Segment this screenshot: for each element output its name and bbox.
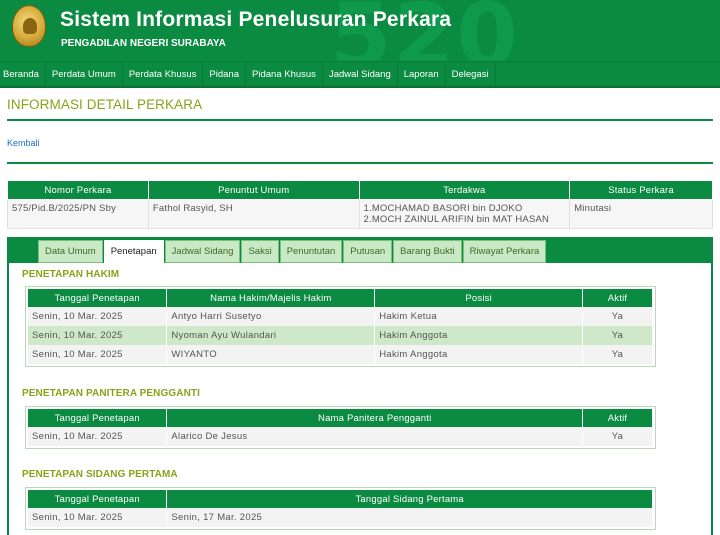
tab-putusan[interactable]: Putusan [343, 240, 393, 263]
column-header: Penuntut Umum [147, 180, 360, 200]
column-header: Tanggal Penetapan [28, 490, 168, 508]
hakim-box: Tanggal Penetapan Nama Hakim/Majelis Hak… [25, 286, 656, 367]
cell-name: Antyo Harri Susetyo [166, 307, 376, 326]
cell-first-hearing-date: Senin, 17 Mar. 2025 [166, 508, 653, 527]
table-header-row: Tanggal Penetapan Nama Panitera Penggant… [28, 409, 653, 427]
cell-name: Alarico De Jesus [166, 427, 584, 446]
cell-position: Hakim Ketua [374, 307, 584, 326]
site-title: Sistem Informasi Penelusuran Perkara [60, 8, 452, 31]
panitera-table: Tanggal Penetapan Nama Panitera Penggant… [28, 409, 653, 446]
main-nav: Beranda Perdata Umum Perdata Khusus Pida… [0, 61, 720, 88]
site-subtitle: PENGADILAN NEGERI SURABAYA [61, 38, 226, 49]
cell-date: Senin, 10 Mar. 2025 [28, 508, 168, 527]
cell-position: Hakim Anggota [374, 326, 584, 345]
table-header-row: Nomor Perkara Penuntut Umum Terdakwa Sta… [7, 180, 713, 200]
cell-active: Ya [582, 427, 653, 446]
table-header-row: Tanggal Penetapan Tanggal Sidang Pertama [28, 490, 653, 508]
tab-penetapan[interactable]: Penetapan [103, 240, 164, 264]
column-header: Tanggal Penetapan [28, 409, 168, 427]
tab-data-umum[interactable]: Data Umum [38, 240, 103, 263]
cell-active: Ya [582, 307, 653, 326]
cell-date: Senin, 10 Mar. 2025 [28, 345, 168, 364]
divider [7, 119, 713, 121]
court-emblem-icon [12, 5, 46, 47]
table-row: Senin, 10 Mar. 2025 Senin, 17 Mar. 2025 [28, 508, 653, 527]
nav-item-beranda[interactable]: Beranda [0, 62, 46, 86]
defendant-item: 2.MOCH ZAINUL ARIFIN bin MAT HASAN [363, 214, 550, 225]
column-header: Nomor Perkara [7, 180, 149, 200]
tab-penuntutan[interactable]: Penuntutan [279, 240, 343, 263]
prosecutor: Fathol Rasyid, SH [147, 199, 360, 229]
section-title-hakim: PENETAPAN HAKIM [22, 269, 120, 280]
column-header: Posisi [374, 289, 584, 307]
page-title: INFORMASI DETAIL PERKARA [7, 97, 203, 112]
case-summary-table: Nomor Perkara Penuntut Umum Terdakwa Sta… [7, 180, 713, 229]
cell-name: WIYANTO [166, 345, 376, 364]
column-header: Tanggal Penetapan [28, 289, 168, 307]
section-title-panitera: PENETAPAN PANITERA PENGGANTI [22, 388, 200, 399]
cell-name: Nyoman Ayu Wulandari [166, 326, 376, 345]
table-row: Senin, 10 Mar. 2025 WIYANTO Hakim Anggot… [28, 345, 653, 364]
column-header: Aktif [582, 289, 653, 307]
defendant-item: 1.MOCHAMAD BASORI bin DJOKO [363, 203, 523, 214]
nav-item-perdata-umum[interactable]: Perdata Umum [46, 62, 123, 86]
cell-active: Ya [582, 345, 653, 364]
column-header: Status Perkara [569, 180, 713, 200]
nav-item-perdata-khusus[interactable]: Perdata Khusus [123, 62, 204, 86]
section-title-sidang-pertama: PENETAPAN SIDANG PERTAMA [22, 469, 178, 480]
hakim-table: Tanggal Penetapan Nama Hakim/Majelis Hak… [28, 289, 653, 364]
cell-date: Senin, 10 Mar. 2025 [28, 326, 168, 345]
nav-item-laporan[interactable]: Laporan [398, 62, 446, 86]
nav-item-jadwal-sidang[interactable]: Jadwal Sidang [323, 62, 398, 86]
column-header: Aktif [582, 409, 653, 427]
divider [7, 162, 713, 164]
tab-riwayat-perkara[interactable]: Riwayat Perkara [462, 240, 547, 263]
table-row: Senin, 10 Mar. 2025 Antyo Harri Susetyo … [28, 307, 653, 326]
case-status: Minutasi [569, 199, 713, 229]
cell-position: Hakim Anggota [374, 345, 584, 364]
column-header: Tanggal Sidang Pertama [166, 490, 653, 508]
table-row: Senin, 10 Mar. 2025 Nyoman Ayu Wulandari… [28, 326, 653, 345]
tab-jadwal-sidang[interactable]: Jadwal Sidang [164, 240, 241, 263]
tab-barang-bukti[interactable]: Barang Bukti [393, 240, 462, 263]
defendants: 1.MOCHAMAD BASORI bin DJOKO 2.MOCH ZAINU… [358, 199, 571, 229]
sidang-pertama-table: Tanggal Penetapan Tanggal Sidang Pertama… [28, 490, 653, 527]
table-row: Senin, 10 Mar. 2025 Alarico De Jesus Ya [28, 427, 653, 446]
tabs-panel: Data Umum Penetapan Jadwal Sidang Saksi … [7, 237, 713, 535]
site-header: 520 Sistem Informasi Penelusuran Perkara… [0, 0, 720, 61]
column-header: Nama Hakim/Majelis Hakim [166, 289, 376, 307]
cell-active: Ya [582, 326, 653, 345]
sidang-pertama-box: Tanggal Penetapan Tanggal Sidang Pertama… [25, 487, 656, 530]
case-number: 575/Pid.B/2025/PN Sby [7, 199, 149, 229]
table-header-row: Tanggal Penetapan Nama Hakim/Majelis Hak… [28, 289, 653, 307]
cell-date: Senin, 10 Mar. 2025 [28, 427, 168, 446]
column-header: Nama Panitera Pengganti [166, 409, 584, 427]
tab-content: PENETAPAN HAKIM Tanggal Penetapan Nama H… [9, 263, 711, 535]
nav-item-pidana[interactable]: Pidana [203, 62, 247, 86]
tab-bar: Data Umum Penetapan Jadwal Sidang Saksi … [38, 240, 547, 264]
nav-item-delegasi[interactable]: Delegasi [446, 62, 496, 86]
tab-saksi[interactable]: Saksi [241, 240, 279, 263]
cell-date: Senin, 10 Mar. 2025 [28, 307, 168, 326]
back-link[interactable]: Kembali [7, 138, 40, 148]
panitera-box: Tanggal Penetapan Nama Panitera Penggant… [25, 406, 656, 449]
table-row: 575/Pid.B/2025/PN Sby Fathol Rasyid, SH … [7, 199, 713, 229]
nav-item-pidana-khusus[interactable]: Pidana Khusus [246, 62, 323, 86]
column-header: Terdakwa [358, 180, 571, 200]
